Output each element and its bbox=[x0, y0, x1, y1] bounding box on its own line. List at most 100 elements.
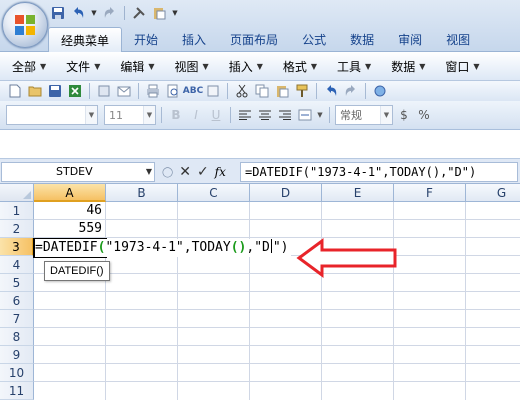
new-document-icon[interactable] bbox=[6, 82, 24, 100]
cut-icon[interactable] bbox=[233, 82, 251, 100]
redo-icon[interactable] bbox=[102, 5, 118, 21]
name-box[interactable]: STDEV ▼ bbox=[1, 162, 155, 182]
font-size-combo[interactable]: 11 ▼ bbox=[104, 105, 156, 125]
row-header-6[interactable]: 6 bbox=[0, 292, 34, 310]
copy-icon[interactable] bbox=[253, 82, 271, 100]
formula-buttons: ◯ ✕ ✓ fx bbox=[160, 162, 236, 182]
merge-dropdown-icon[interactable]: ▼ bbox=[316, 106, 324, 124]
menu-insert[interactable]: 插入 ▼ bbox=[223, 56, 269, 76]
gridline bbox=[34, 345, 520, 346]
tools-icon[interactable] bbox=[131, 5, 147, 21]
row-header-1[interactable]: 1 bbox=[0, 202, 34, 220]
row-header-10[interactable]: 10 bbox=[0, 364, 34, 382]
paste-icon[interactable] bbox=[151, 5, 167, 21]
function-tooltip[interactable]: DATEDIF() bbox=[44, 261, 110, 281]
tab-insert[interactable]: 插入 bbox=[170, 27, 218, 52]
tab-formulas[interactable]: 公式 bbox=[290, 27, 338, 52]
email-icon[interactable] bbox=[115, 82, 133, 100]
save-icon[interactable] bbox=[50, 5, 66, 21]
gridline bbox=[34, 309, 520, 310]
close-paren: ) bbox=[280, 240, 289, 255]
office-button[interactable] bbox=[2, 2, 48, 48]
save-icon[interactable] bbox=[46, 82, 64, 100]
classic-menu-bar: 全部 ▼ 文件 ▼ 编辑 ▼ 视图 ▼ 插入 ▼ 格式 ▼ 工具 ▼ 数据 ▼ 窗口 ▼ bbox=[0, 52, 520, 81]
permission-icon[interactable] bbox=[95, 82, 113, 100]
enter-check-icon[interactable]: ✓ bbox=[197, 164, 209, 180]
number-format-combo[interactable]: 常规 ▼ bbox=[335, 105, 393, 125]
customize-qat-icon[interactable]: ▼ bbox=[171, 5, 179, 21]
chevron-down-icon[interactable]: ▼ bbox=[146, 163, 152, 181]
chevron-down-icon: ▼ bbox=[365, 61, 372, 71]
redo-icon[interactable] bbox=[342, 82, 360, 100]
column-header-e[interactable]: E bbox=[322, 184, 394, 202]
column-header-b[interactable]: B bbox=[106, 184, 178, 202]
insert-function-button[interactable]: fx bbox=[215, 165, 226, 179]
toolbar-separator bbox=[230, 107, 231, 123]
menu-format[interactable]: 格式 ▼ bbox=[277, 56, 323, 76]
percent-style-button[interactable]: % bbox=[415, 106, 433, 124]
row-header-11[interactable]: 11 bbox=[0, 382, 34, 400]
align-right-icon[interactable] bbox=[276, 106, 294, 124]
align-center-icon[interactable] bbox=[256, 106, 274, 124]
italic-icon[interactable]: I bbox=[187, 106, 205, 124]
row-header-4[interactable]: 4 bbox=[0, 256, 34, 274]
tab-review[interactable]: 审阅 bbox=[386, 27, 434, 52]
row-header-2[interactable]: 2 bbox=[0, 220, 34, 238]
cancel-x-icon[interactable]: ✕ bbox=[179, 164, 191, 180]
currency-icon[interactable]: $ bbox=[395, 106, 413, 124]
chevron-down-icon[interactable]: ▼ bbox=[85, 106, 97, 124]
gridline bbox=[321, 202, 322, 400]
undo-dropdown-icon[interactable]: ▼ bbox=[90, 5, 98, 21]
menu-file[interactable]: 文件 ▼ bbox=[60, 56, 106, 76]
menu-data[interactable]: 数据 ▼ bbox=[385, 56, 431, 76]
today-parens: () bbox=[230, 240, 247, 255]
undo-icon[interactable] bbox=[70, 5, 86, 21]
tab-view[interactable]: 视图 bbox=[434, 27, 482, 52]
row-header-5[interactable]: 5 bbox=[0, 274, 34, 292]
menu-label: 格式 bbox=[282, 59, 307, 74]
formula-input[interactable]: =DATEDIF("1973-4-1",TODAY(),"D") bbox=[240, 162, 518, 182]
cell-a3-editor[interactable]: =DATEDIF("1973-4-1",TODAY(),"D ") bbox=[35, 239, 291, 257]
row-header-3[interactable]: 3 bbox=[0, 238, 34, 256]
chevron-down-icon[interactable]: ▼ bbox=[380, 106, 392, 124]
format-painter-icon[interactable] bbox=[293, 82, 311, 100]
gridline bbox=[34, 291, 520, 292]
tab-home[interactable]: 开始 bbox=[122, 27, 170, 52]
row-header-7[interactable]: 7 bbox=[0, 310, 34, 328]
cell-a1[interactable]: 46 bbox=[34, 202, 104, 220]
column-header-c[interactable]: C bbox=[178, 184, 250, 202]
toolbar-separator bbox=[329, 107, 330, 123]
tab-data[interactable]: 数据 bbox=[338, 27, 386, 52]
column-header-a[interactable]: A bbox=[34, 184, 106, 202]
row-header-8[interactable]: 8 bbox=[0, 328, 34, 346]
undo-icon[interactable] bbox=[322, 82, 340, 100]
print-preview-icon[interactable] bbox=[164, 82, 182, 100]
column-header-f[interactable]: F bbox=[394, 184, 466, 202]
merge-center-icon[interactable] bbox=[296, 106, 314, 124]
menu-tools[interactable]: 工具 ▼ bbox=[331, 56, 377, 76]
hyperlink-icon[interactable] bbox=[371, 82, 389, 100]
menu-view[interactable]: 视图 ▼ bbox=[169, 56, 215, 76]
tab-classic-menu[interactable]: 经典菜单 bbox=[48, 27, 123, 52]
row-header-9[interactable]: 9 bbox=[0, 346, 34, 364]
paste-icon[interactable] bbox=[273, 82, 291, 100]
menu-window[interactable]: 窗口 ▼ bbox=[439, 56, 485, 76]
print-icon[interactable] bbox=[144, 82, 162, 100]
menu-edit[interactable]: 编辑 ▼ bbox=[114, 56, 160, 76]
column-header-d[interactable]: D bbox=[250, 184, 322, 202]
select-all-button[interactable] bbox=[0, 184, 34, 202]
research-icon[interactable] bbox=[204, 82, 222, 100]
tab-page-layout[interactable]: 页面布局 bbox=[218, 27, 290, 52]
underline-icon[interactable]: U bbox=[207, 106, 225, 124]
column-header-g[interactable]: G bbox=[466, 184, 520, 202]
bold-icon[interactable]: B bbox=[167, 106, 185, 124]
cell-a2[interactable]: 559 bbox=[34, 220, 104, 238]
excel-icon[interactable] bbox=[66, 82, 84, 100]
menu-label: 文件 bbox=[66, 59, 91, 74]
spelling-icon[interactable]: ABC bbox=[183, 82, 203, 100]
chevron-down-icon[interactable]: ▼ bbox=[143, 106, 155, 124]
menu-all[interactable]: 全部 ▼ bbox=[6, 56, 52, 76]
align-left-icon[interactable] bbox=[236, 106, 254, 124]
open-folder-icon[interactable] bbox=[26, 82, 44, 100]
font-name-combo[interactable]: ▼ bbox=[6, 105, 98, 125]
